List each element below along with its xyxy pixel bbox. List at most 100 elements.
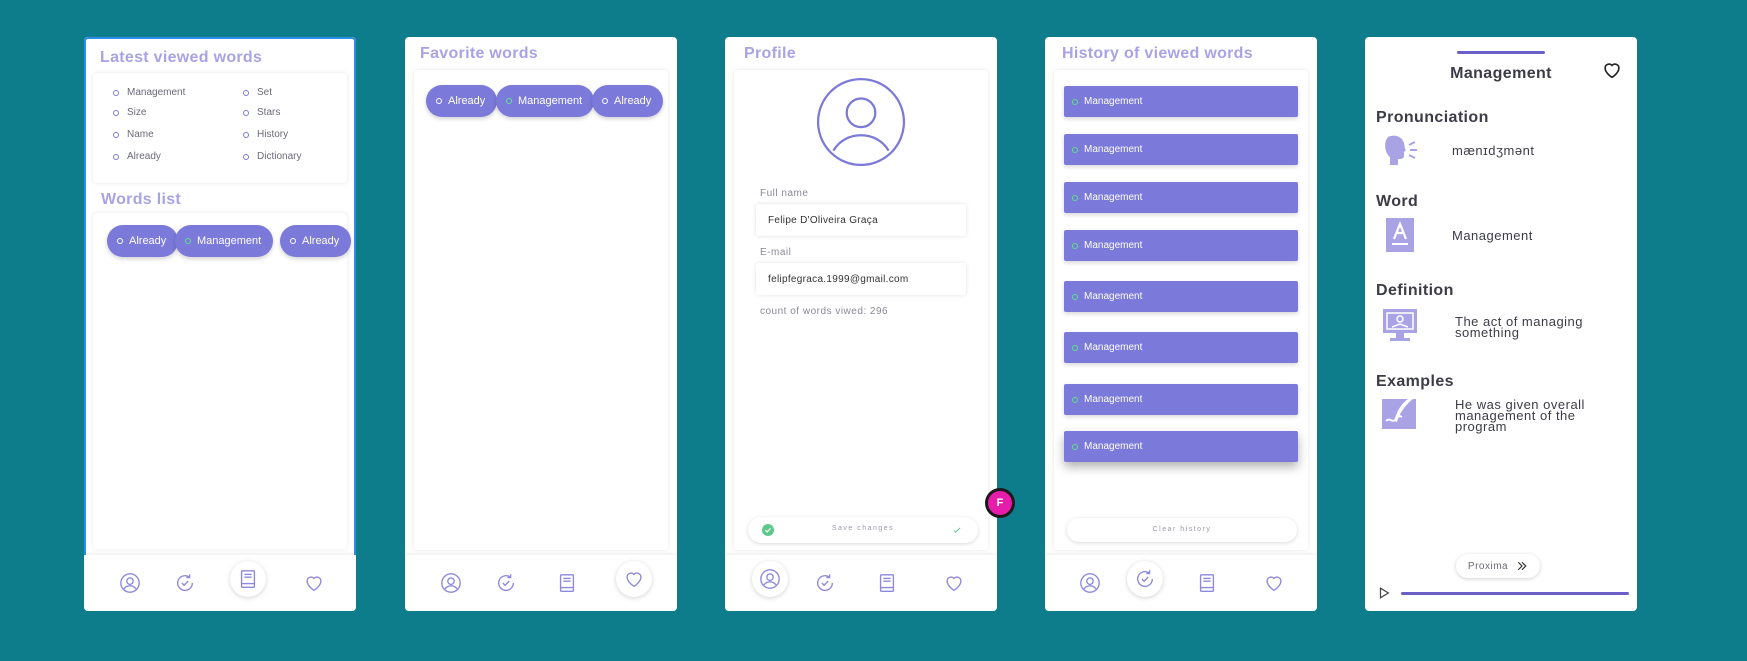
words-list-title: Words list bbox=[101, 191, 182, 208]
double-chevron-right-icon bbox=[1517, 561, 1527, 571]
history-icon bbox=[1137, 570, 1154, 588]
word-chip[interactable]: Already bbox=[107, 225, 179, 257]
nav-history[interactable] bbox=[167, 565, 203, 601]
heart-icon bbox=[306, 576, 322, 592]
nav-favorites[interactable] bbox=[1256, 565, 1292, 601]
bottom-nav bbox=[725, 555, 997, 611]
nav-history[interactable] bbox=[488, 565, 524, 601]
bottom-nav bbox=[84, 555, 356, 611]
history-item[interactable]: Management bbox=[1064, 134, 1298, 165]
history-icon bbox=[817, 574, 834, 592]
words-count-text: count of words viwed: 296 bbox=[760, 306, 889, 317]
save-changes-button[interactable]: Save changes bbox=[748, 517, 978, 543]
word-detail-title: Management bbox=[1450, 65, 1552, 82]
list-item[interactable]: Management bbox=[113, 87, 185, 98]
favorite-words-card: Already Management Already bbox=[414, 70, 668, 550]
list-item[interactable]: History bbox=[243, 129, 288, 140]
word-value: Management bbox=[1452, 228, 1533, 243]
screen-words: Latest viewed words Management Set Size … bbox=[84, 37, 356, 611]
history-item[interactable]: Management bbox=[1064, 384, 1298, 415]
profile-icon bbox=[1080, 573, 1100, 593]
word-chip[interactable]: Management bbox=[496, 85, 595, 117]
nav-profile[interactable] bbox=[752, 561, 788, 597]
nav-favorites[interactable] bbox=[616, 561, 652, 597]
collaborator-cursor-badge: F bbox=[985, 488, 1015, 518]
definition-value: The act of managing something bbox=[1455, 314, 1584, 340]
word-chip[interactable]: Already bbox=[426, 85, 498, 117]
clear-history-label: Clear history bbox=[1152, 526, 1212, 533]
heart-icon bbox=[1266, 576, 1282, 592]
screen-profile: Profile Full name Felipe D'Oliveira Graç… bbox=[725, 37, 997, 611]
profile-avatar-icon bbox=[816, 77, 906, 167]
latest-viewed-title: Latest viewed words bbox=[100, 49, 263, 66]
play-icon[interactable] bbox=[1377, 586, 1391, 600]
history-item[interactable]: Management bbox=[1064, 431, 1298, 462]
nav-history[interactable] bbox=[807, 565, 843, 601]
screen-word-detail: Management Pronunciation mænɪdʒmənt Word… bbox=[1365, 37, 1637, 611]
nav-profile[interactable] bbox=[112, 565, 148, 601]
nav-history[interactable] bbox=[1127, 561, 1163, 597]
profile-icon bbox=[441, 573, 461, 593]
nav-favorites[interactable] bbox=[936, 565, 972, 601]
screen-history: History of viewed words Management Manag… bbox=[1045, 37, 1317, 611]
bottom-nav bbox=[405, 555, 677, 611]
nav-dictionary[interactable] bbox=[549, 565, 585, 601]
words-list-card: Already Management Already bbox=[93, 213, 352, 549]
word-chip[interactable]: Management bbox=[175, 225, 274, 257]
profile-icon bbox=[120, 573, 140, 593]
heart-icon bbox=[626, 572, 642, 588]
next-label: Proxima bbox=[1467, 560, 1509, 572]
nav-profile[interactable] bbox=[1072, 565, 1108, 601]
nav-dictionary[interactable] bbox=[869, 565, 905, 601]
list-item[interactable]: Name bbox=[113, 129, 154, 140]
letter-a-icon bbox=[1386, 218, 1414, 252]
word-heading: Word bbox=[1376, 193, 1419, 210]
heart-icon bbox=[946, 576, 962, 592]
book-icon bbox=[559, 574, 575, 592]
email-field[interactable]: felipfegraca.1999@gmail.com bbox=[756, 263, 966, 295]
nav-profile[interactable] bbox=[433, 565, 469, 601]
history-title: History of viewed words bbox=[1062, 45, 1253, 62]
list-item[interactable]: Already bbox=[113, 151, 161, 162]
nav-favorites[interactable] bbox=[296, 565, 332, 601]
speaking-head-icon bbox=[1385, 135, 1417, 165]
full-name-field[interactable]: Felipe D'Oliveira Graça bbox=[756, 204, 966, 236]
list-item[interactable]: Set bbox=[243, 87, 272, 98]
examples-heading: Examples bbox=[1376, 373, 1454, 390]
examples-value: He was given overall management of the p… bbox=[1455, 397, 1585, 434]
monitor-book-icon bbox=[1383, 309, 1417, 341]
clear-history-button[interactable]: Clear history bbox=[1067, 518, 1297, 542]
collaborator-initial: F bbox=[996, 497, 1004, 509]
book-icon bbox=[240, 570, 256, 588]
drag-handle[interactable] bbox=[1457, 51, 1545, 54]
list-item[interactable]: Dictionary bbox=[243, 151, 301, 162]
history-item[interactable]: Management bbox=[1064, 281, 1298, 312]
word-chip[interactable]: Already bbox=[280, 225, 352, 257]
history-icon bbox=[177, 574, 194, 592]
word-chip[interactable]: Already bbox=[592, 85, 664, 117]
pronunciation-value: mænɪdʒmənt bbox=[1452, 143, 1535, 158]
history-item[interactable]: Management bbox=[1064, 182, 1298, 213]
check-icon bbox=[953, 527, 961, 533]
history-item[interactable]: Management bbox=[1064, 86, 1298, 117]
progress-bar[interactable] bbox=[1401, 592, 1629, 595]
history-item[interactable]: Management bbox=[1064, 332, 1298, 363]
nav-dictionary[interactable] bbox=[1189, 565, 1225, 601]
nav-dictionary[interactable] bbox=[230, 561, 266, 597]
definition-heading: Definition bbox=[1376, 282, 1454, 299]
favorite-words-title: Favorite words bbox=[420, 45, 539, 62]
favorite-heart-icon[interactable] bbox=[1601, 59, 1623, 81]
pronunciation-heading: Pronunciation bbox=[1376, 109, 1489, 126]
next-button[interactable]: Proxima bbox=[1456, 554, 1540, 578]
book-icon bbox=[879, 574, 895, 592]
history-item[interactable]: Management bbox=[1064, 230, 1298, 261]
latest-viewed-card: Management Set Size Stars Name History A… bbox=[93, 73, 347, 183]
book-icon bbox=[1199, 574, 1215, 592]
profile-icon bbox=[760, 569, 780, 589]
list-item[interactable]: Stars bbox=[243, 107, 280, 118]
bottom-nav bbox=[1045, 555, 1317, 611]
profile-title: Profile bbox=[744, 45, 796, 62]
save-changes-label: Save changes bbox=[831, 525, 895, 532]
profile-card: Full name Felipe D'Oliveira Graça E-mail… bbox=[734, 70, 988, 550]
list-item[interactable]: Size bbox=[113, 107, 146, 118]
